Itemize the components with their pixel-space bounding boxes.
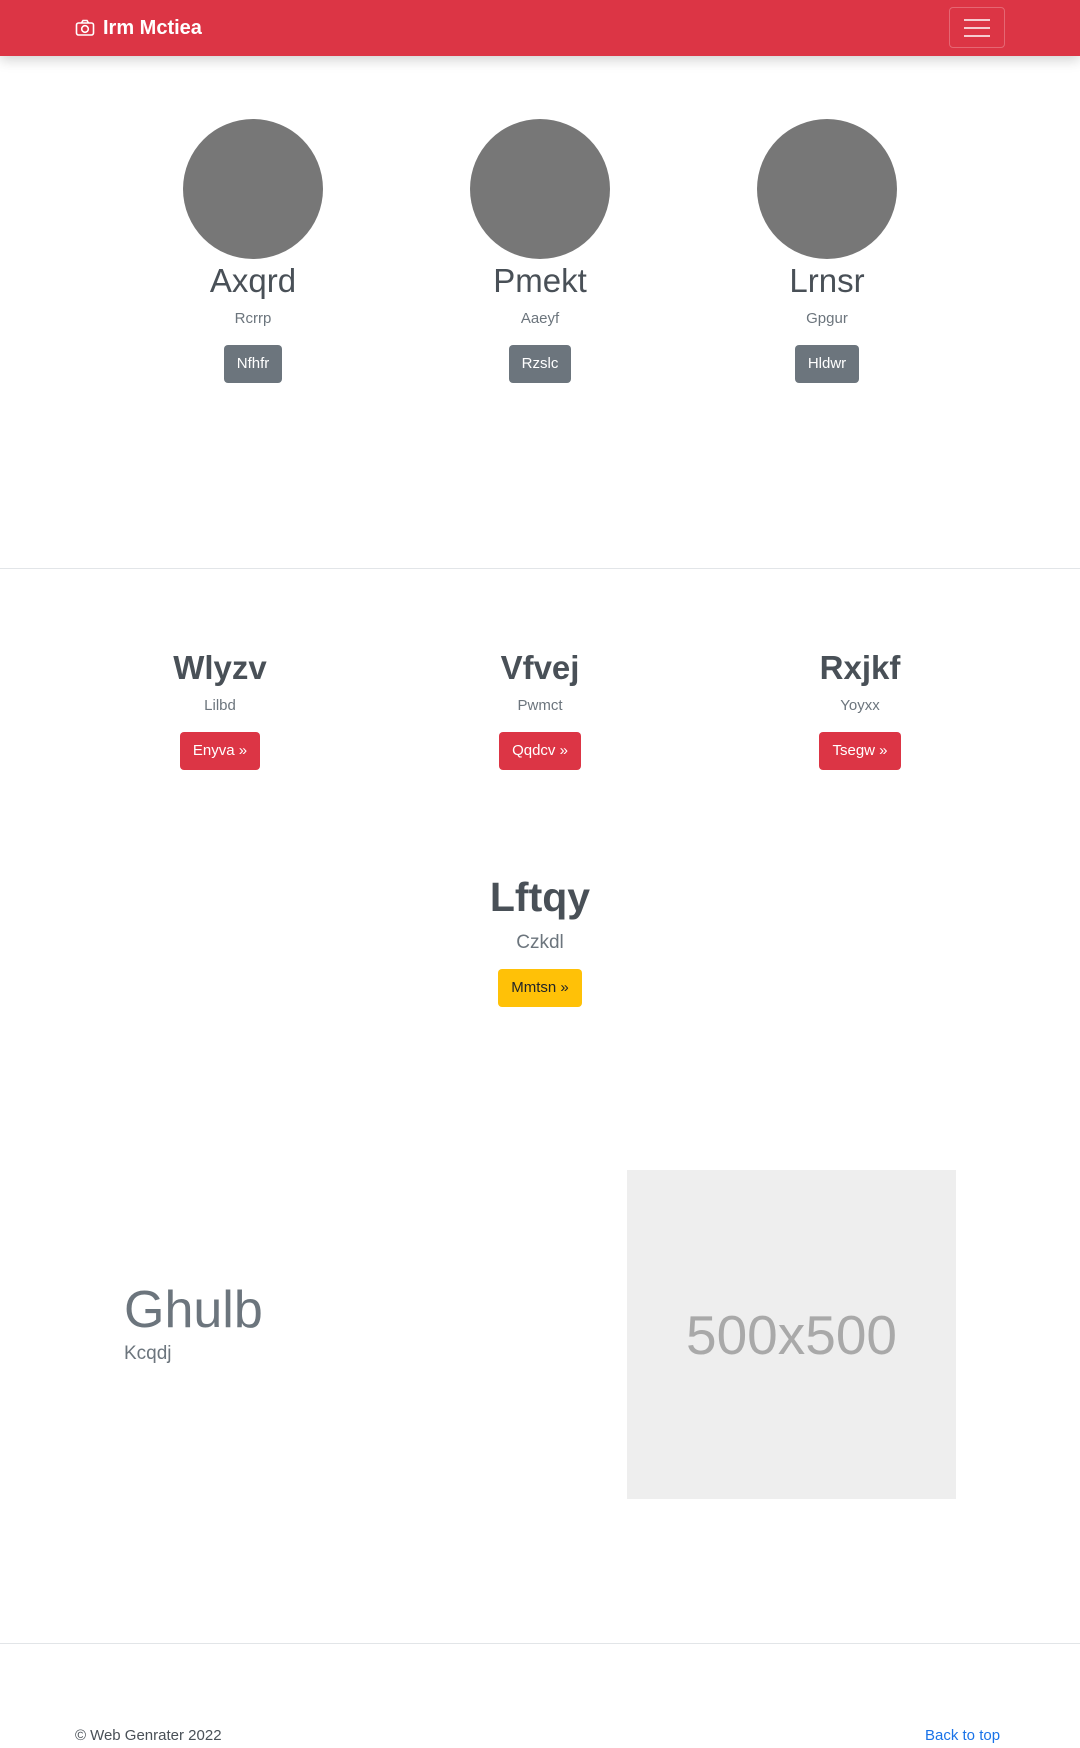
feature-title: Vfvej [500,649,580,686]
feature-subtitle: Lilbd [204,697,236,714]
profile-name: Axqrd [209,262,297,299]
hero-title: Ghulb [124,1281,263,1339]
brand-title: Irm Mctiea [103,16,202,39]
avatar [183,119,323,259]
profile-button[interactable]: Rzslc [508,345,572,383]
hero-subtitle: Kcqdj [124,1343,172,1364]
cta-title: Lftqy [489,874,591,920]
profile-subtitle: Aaeyf [520,310,560,327]
footer-copyright: © Web Genrater 2022 [75,1726,222,1746]
feature-button[interactable]: Tsegw » [819,732,901,770]
placeholder-image: 500x500 [627,1170,956,1499]
feature-subtitle: Yoyxx [840,697,880,714]
back-to-top-link[interactable]: Back to top [925,1726,1000,1746]
cta-subtitle: Czkdl [516,932,564,953]
profile-card: Pmekt Aaeyf Rzslc [420,119,660,383]
profile-name: Pmekt [493,262,587,299]
profile-subtitle: Rcrrp [234,310,272,327]
feature-card: Vfvej Pwmct Qqdcv » [420,648,660,770]
navbar: Irm Mctiea [0,0,1080,56]
profile-subtitle: Gpgur [806,310,848,327]
profile-card: Lrnsr Gpgur Hldwr [707,119,947,383]
feature-subtitle: Pwmct [517,697,563,714]
camera-icon [75,18,95,38]
profile-button[interactable]: Nfhfr [223,345,283,383]
feature-button[interactable]: Enyva » [179,732,261,770]
feature-card: Rxjkf Yoyxx Tsegw » [740,648,980,770]
avatar [757,119,897,259]
profile-card: Axqrd Rcrrp Nfhfr [133,119,373,383]
feature-card: Wlyzv Lilbd Enyva » [100,648,340,770]
feature-title: Wlyzv [173,649,267,686]
cta-button[interactable]: Mmtsn » [498,969,582,1007]
section-divider [0,568,1080,569]
copyright-symbol: © [75,1727,87,1744]
placeholder-label: 500x500 [685,1303,898,1366]
cta-section: Lftqy Czkdl Mmtsn » [390,873,690,1007]
profile-name: Lrnsr [789,262,865,299]
feature-title: Rxjkf [819,649,901,686]
feature-button[interactable]: Qqdcv » [499,732,581,770]
menu-toggle-button[interactable] [949,7,1005,48]
brand-link[interactable]: Irm Mctiea [75,0,202,56]
copyright-text: Web Genrater 2022 [90,1727,222,1744]
footer-divider [0,1643,1080,1644]
profile-button[interactable]: Hldwr [794,345,860,383]
hero-text: Ghulb Kcqdj [124,1280,263,1366]
avatar [470,119,610,259]
